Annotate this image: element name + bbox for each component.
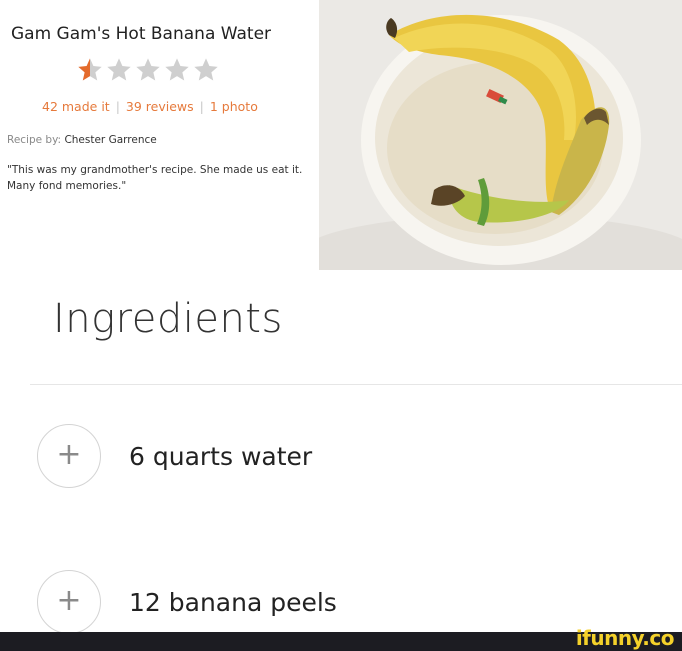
plus-icon: + xyxy=(56,583,82,618)
section-divider xyxy=(30,384,682,385)
ingredient-item: + 6 quarts water xyxy=(37,424,312,488)
star-icon[interactable] xyxy=(192,56,220,84)
ifunny-watermark: ifunny.co xyxy=(575,626,675,650)
star-icon-half[interactable] xyxy=(76,56,104,84)
author-prefix: Recipe by: xyxy=(7,134,62,146)
star-icon[interactable] xyxy=(134,56,162,84)
recipe-author: Recipe by: Chester Garrence xyxy=(7,134,157,146)
ingredients-heading: Ingredients xyxy=(53,296,283,342)
star-rating[interactable] xyxy=(76,56,220,86)
ingredient-label: 6 quarts water xyxy=(129,441,313,471)
add-ingredient-button[interactable]: + xyxy=(37,570,101,634)
plus-icon: + xyxy=(56,437,82,472)
recipe-photo[interactable] xyxy=(319,0,682,270)
recipe-stats: 42 made it | 39 reviews | 1 photo xyxy=(42,99,258,114)
banana-bowl-image xyxy=(319,0,682,270)
ingredient-item: + 12 banana peels xyxy=(37,570,337,634)
photos-link[interactable]: 1 photo xyxy=(210,99,258,114)
stats-separator: | xyxy=(115,99,120,114)
add-ingredient-button[interactable]: + xyxy=(37,424,101,488)
author-name-link[interactable]: Chester Garrence xyxy=(64,134,156,146)
star-icon[interactable] xyxy=(105,56,133,84)
ingredient-label: 12 banana peels xyxy=(129,587,337,617)
star-icon[interactable] xyxy=(163,56,191,84)
reviews-link[interactable]: 39 reviews xyxy=(126,99,194,114)
recipe-title: Gam Gam's Hot Banana Water xyxy=(11,24,272,44)
made-it-link[interactable]: 42 made it xyxy=(42,99,110,114)
recipe-description: "This was my grandmother's recipe. She m… xyxy=(7,164,303,192)
stats-separator: | xyxy=(199,99,204,114)
